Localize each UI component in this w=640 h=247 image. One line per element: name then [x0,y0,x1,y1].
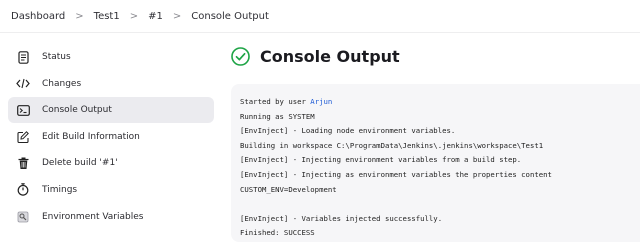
console-line: Running as SYSTEM [240,111,315,121]
breadcrumb: Dashboard > Test1 > #1 > Console Output [0,0,640,33]
sidebar-item-label: Environment Variables [42,211,144,222]
trash-icon [16,156,30,170]
code-icon [16,77,30,91]
sidebar-item-delete-build[interactable]: Delete build '#1' [8,150,214,176]
env-vars-icon [16,210,30,224]
breadcrumb-console-output[interactable]: Console Output [191,11,269,22]
console-line: [EnvInject] - Injecting environment vari… [240,155,522,165]
terminal-icon [16,103,30,117]
console-user-link[interactable]: Arjun [310,97,332,106]
sidebar-item-timings[interactable]: Timings [8,177,214,203]
sidebar-item-edit-build-information[interactable]: Edit Build Information [8,124,214,150]
console-line-started: Started by user Arjun [240,95,640,110]
console-line: Building in workspace C:\ProgramData\Jen… [240,140,544,150]
breadcrumb-dashboard[interactable]: Dashboard [11,11,65,22]
document-icon [16,50,30,64]
breadcrumb-separator: > [129,10,139,22]
breadcrumb-test1[interactable]: Test1 [94,11,120,22]
breadcrumb-build-1[interactable]: #1 [148,11,163,22]
sidebar-item-label: Console Output [42,105,112,116]
stopwatch-icon [16,183,30,197]
sidebar-item-label: Changes [42,78,82,89]
console-line: [EnvInject] - Loading node environment v… [240,126,456,136]
page-header: Console Output [231,44,640,68]
console-line: [EnvInject] - Variables injected success… [240,213,443,223]
sidebar-item-environment-variables[interactable]: Environment Variables [8,204,214,230]
sidebar-item-status[interactable]: Status [8,44,214,70]
console-line: Finished: SUCCESS [240,228,315,238]
console-output-panel: Started by user Arjun Running as SYSTEM … [231,84,640,242]
sidebar-item-changes[interactable]: Changes [8,71,214,97]
console-started-text: Started by user [240,97,311,106]
breadcrumb-separator: > [75,10,84,22]
main-content: Console Output [231,44,640,68]
console-line: CUSTOM_ENV=Development [240,184,337,194]
edit-icon [16,130,30,144]
sidebar: Status Changes Console Output Edit Build… [8,44,214,230]
success-check-icon [231,46,250,66]
console-line: [EnvInject] - Injecting as environment v… [240,169,552,179]
sidebar-item-console-output[interactable]: Console Output [8,97,214,124]
sidebar-item-label: Delete build '#1' [42,158,118,169]
page-title: Console Output [260,46,400,66]
breadcrumb-separator: > [172,10,182,22]
sidebar-item-label: Edit Build Information [42,131,140,142]
sidebar-item-label: Status [42,52,71,62]
sidebar-item-label: Timings [42,184,78,195]
